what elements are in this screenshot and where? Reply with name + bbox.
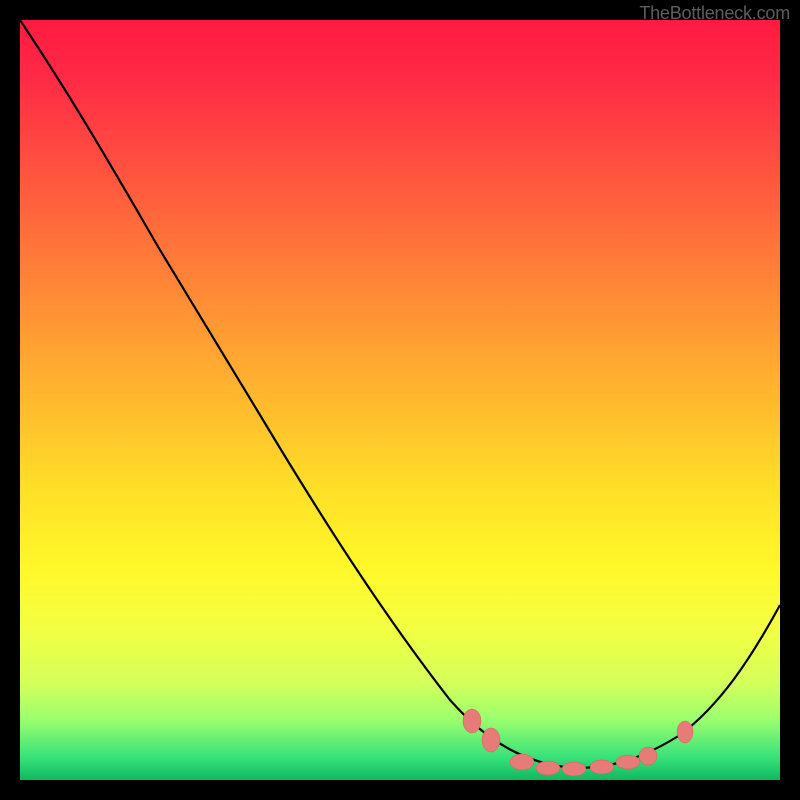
- data-marker: [639, 747, 657, 765]
- data-marker: [536, 761, 560, 775]
- chart-svg: [20, 20, 780, 780]
- bottleneck-curve: [20, 20, 780, 768]
- chart-frame: TheBottleneck.com: [0, 0, 800, 800]
- data-marker: [463, 709, 481, 733]
- data-marker: [562, 762, 586, 776]
- marker-group: [463, 709, 693, 776]
- data-marker: [510, 754, 534, 770]
- data-marker: [616, 755, 640, 769]
- data-marker: [590, 760, 614, 774]
- data-marker: [482, 728, 500, 752]
- watermark-text: TheBottleneck.com: [639, 3, 790, 24]
- data-marker: [677, 721, 693, 743]
- plot-area: [20, 20, 780, 780]
